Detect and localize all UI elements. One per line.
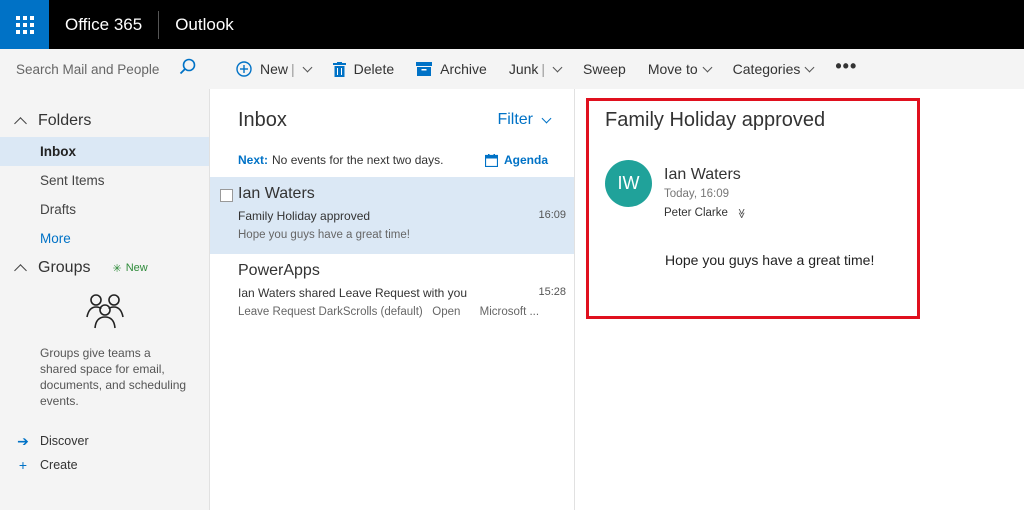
mail-preview: Leave Request DarkScrolls (default) Open… bbox=[238, 306, 540, 318]
folder-drafts[interactable]: Drafts bbox=[0, 195, 209, 224]
recipients-row[interactable]: Peter Clarke ≫ bbox=[664, 207, 747, 219]
delete-label: Delete bbox=[353, 61, 395, 77]
reading-time: Today, 16:09 bbox=[664, 188, 730, 200]
more-actions-button[interactable]: ••• bbox=[835, 56, 857, 77]
list-header: Inbox Filter bbox=[210, 89, 574, 151]
next-events-row: Next: No events for the next two days. Ag… bbox=[210, 151, 574, 169]
chevron-down-icon[interactable] bbox=[302, 62, 313, 72]
chevron-up-icon bbox=[14, 117, 27, 130]
waffle-icon bbox=[15, 15, 34, 34]
discover-button[interactable]: ➔ Discover bbox=[0, 429, 209, 453]
junk-button[interactable]: Junk | bbox=[508, 61, 563, 77]
next-events-text: Next: No events for the next two days. bbox=[238, 153, 444, 167]
categories-button[interactable]: Categories bbox=[732, 61, 815, 77]
avatar[interactable]: IW bbox=[605, 160, 652, 207]
folder-more-link[interactable]: More bbox=[0, 224, 209, 253]
arrow-right-icon: ➔ bbox=[17, 432, 29, 449]
mail-sender: PowerApps bbox=[238, 262, 320, 279]
filter-button[interactable]: Filter bbox=[497, 111, 552, 129]
archive-icon bbox=[416, 62, 433, 76]
mail-subject: Ian Waters shared Leave Request with you bbox=[238, 286, 468, 300]
sweep-label: Sweep bbox=[583, 61, 626, 77]
calendar-icon bbox=[484, 153, 498, 167]
move-to-label: Move to bbox=[647, 61, 698, 77]
reading-subject: Family Holiday approved bbox=[605, 109, 826, 131]
reading-pane: Family Holiday approved IW Ian Waters To… bbox=[575, 89, 1024, 510]
mail-time: 16:09 bbox=[538, 209, 566, 221]
new-button[interactable]: New | bbox=[236, 61, 313, 77]
reading-sender[interactable]: Ian Waters bbox=[664, 166, 741, 184]
categories-label: Categories bbox=[732, 61, 801, 77]
delete-button[interactable]: Delete bbox=[332, 61, 395, 77]
sweep-button[interactable]: Sweep bbox=[583, 61, 626, 77]
list-title: Inbox bbox=[238, 108, 287, 131]
top-bar: Office 365 Outlook bbox=[0, 0, 1024, 49]
new-badge: ✳ New bbox=[112, 262, 148, 275]
mail-preview: Hope you guys have a great time! bbox=[238, 229, 410, 241]
mail-subject: Family Holiday approved bbox=[238, 209, 371, 223]
suite-name[interactable]: Office 365 bbox=[49, 0, 158, 49]
groups-people-icon bbox=[0, 283, 209, 333]
plus-icon: + bbox=[18, 457, 28, 473]
double-chevron-down-icon[interactable]: ≫ bbox=[736, 208, 747, 218]
folder-sent-items[interactable]: Sent Items bbox=[0, 166, 209, 195]
mail-sender: Ian Waters bbox=[238, 185, 315, 202]
app-launcher-button[interactable] bbox=[0, 0, 49, 49]
folders-header[interactable]: Folders bbox=[0, 105, 209, 137]
plus-circle-icon bbox=[236, 61, 252, 77]
chevron-down-icon bbox=[804, 62, 815, 72]
folder-pane: Folders Inbox Sent Items Drafts More Gro… bbox=[0, 89, 210, 510]
sparkle-icon: ✳ bbox=[112, 262, 122, 275]
groups-header[interactable]: Groups ✳ New bbox=[0, 253, 209, 283]
search-icon[interactable] bbox=[179, 58, 196, 80]
command-bar: New | Delete Archive Junk | Sweep Move to … bbox=[210, 49, 1024, 89]
chevron-down-icon bbox=[541, 113, 552, 123]
message-list: Inbox Filter Next: No events for the next… bbox=[210, 89, 575, 510]
folders-label: Folders bbox=[38, 112, 92, 129]
message-body: Hope you guys have a great time! bbox=[665, 252, 875, 268]
trash-icon bbox=[332, 61, 346, 77]
list-item[interactable]: Ian Waters Family Holiday approved 16:09… bbox=[210, 177, 574, 254]
new-label: New bbox=[260, 61, 289, 77]
create-group-button[interactable]: + Create bbox=[0, 453, 209, 477]
select-checkbox[interactable] bbox=[220, 189, 233, 202]
junk-label: Junk bbox=[508, 61, 539, 77]
app-name[interactable]: Outlook bbox=[159, 0, 250, 49]
groups-description: Groups give teams a shared space for ema… bbox=[40, 346, 187, 408]
mail-time: 15:28 bbox=[538, 286, 566, 298]
groups-label: Groups bbox=[38, 259, 91, 276]
folder-inbox[interactable]: Inbox bbox=[0, 137, 209, 166]
agenda-button[interactable]: Agenda bbox=[484, 153, 548, 167]
chevron-down-icon bbox=[702, 62, 713, 72]
search-bar bbox=[0, 49, 210, 89]
list-item[interactable]: PowerApps Ian Waters shared Leave Reques… bbox=[210, 254, 574, 331]
archive-button[interactable]: Archive bbox=[416, 61, 487, 77]
chevron-down-icon[interactable] bbox=[552, 62, 563, 72]
move-to-button[interactable]: Move to bbox=[647, 61, 713, 77]
recipient-name: Peter Clarke bbox=[664, 207, 728, 219]
archive-label: Archive bbox=[440, 61, 487, 77]
search-input[interactable] bbox=[16, 61, 176, 77]
chevron-up-icon bbox=[14, 264, 27, 277]
